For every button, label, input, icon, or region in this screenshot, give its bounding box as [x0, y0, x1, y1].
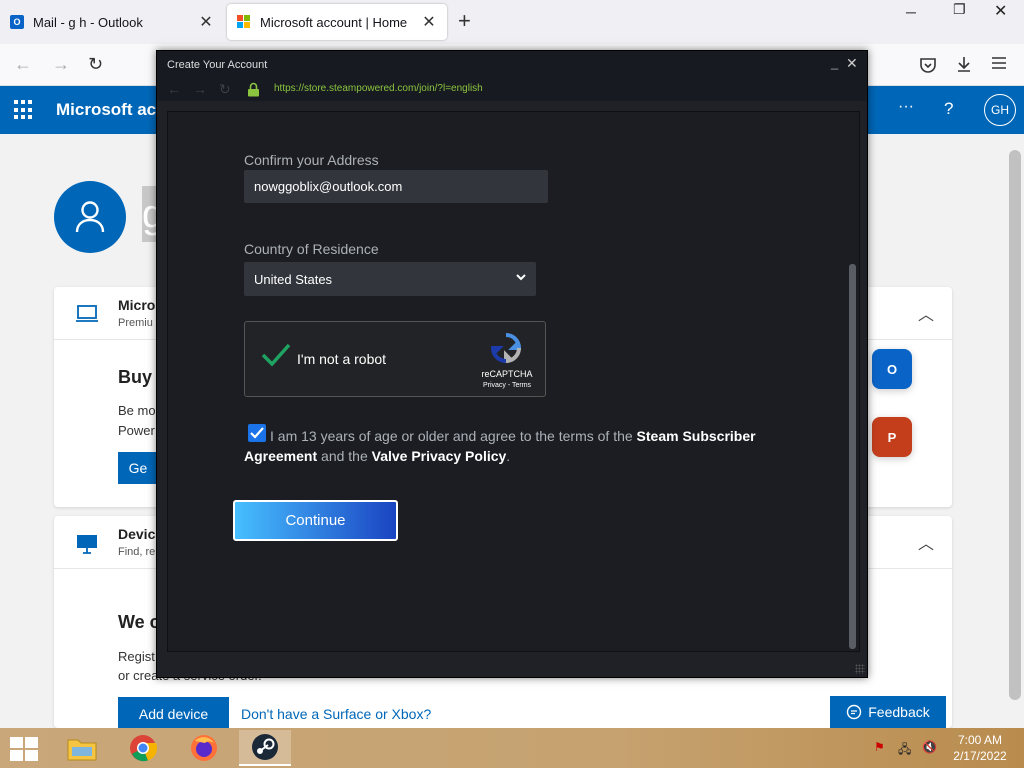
folder-icon — [67, 739, 97, 761]
steam-url-bar: ← → ↻ https://store.steampowered.com/joi… — [157, 79, 867, 101]
steam-forward-icon[interactable]: → — [193, 81, 207, 97]
add-device-button[interactable]: Add device — [118, 697, 229, 731]
agreement-prefix: I am 13 years of age or older and agree … — [270, 428, 637, 444]
reload-icon[interactable]: ↻ — [88, 54, 103, 75]
close-window-icon[interactable]: ✕ — [994, 1, 1007, 21]
restore-window-icon[interactable]: ❐ — [953, 1, 966, 18]
forward-icon[interactable]: → — [52, 54, 70, 75]
steam-icon[interactable] — [239, 730, 291, 766]
get-button[interactable]: Ge — [118, 452, 158, 484]
outlook-app-icon: O — [872, 349, 912, 389]
close-tab-icon[interactable]: ✕ — [421, 12, 437, 32]
chevron-up-icon[interactable]: ︿ — [918, 301, 934, 325]
steam-create-account-window: Create Your Account _ ✕ ← → ↻ https://st… — [156, 50, 868, 678]
card-subtitle: Find, re — [118, 546, 156, 558]
microsoft-logo-icon — [237, 15, 251, 29]
steam-url: https://store.steampowered.com/join/?l=e… — [274, 83, 483, 94]
continue-button[interactable]: Continue — [233, 500, 398, 541]
menu-icon[interactable] — [991, 56, 1007, 70]
close-tab-icon[interactable]: ✕ — [198, 12, 214, 32]
age-agreement-text: I am 13 years of age or older and agree … — [244, 426, 804, 466]
recaptcha-widget: I'm not a robot reCAPTCHA Privacy - Term… — [244, 321, 546, 397]
chevron-down-icon — [516, 274, 526, 281]
feedback-icon — [847, 704, 862, 720]
tab-title: Microsoft account | Home — [260, 14, 408, 30]
card-body-line: Power — [118, 423, 155, 438]
action-center-icon[interactable]: ⚑ — [874, 740, 885, 754]
card-body-line: Be mo — [118, 403, 156, 418]
page-scrollbar-thumb[interactable] — [1009, 150, 1021, 700]
privacy-policy-link[interactable]: Valve Privacy Policy — [372, 448, 507, 464]
card-body-line: Regist — [118, 649, 155, 664]
card-title: Micro — [118, 297, 156, 313]
card-subtitle: Premiu — [118, 317, 153, 329]
country-select-value: United States — [254, 272, 333, 287]
network-icon[interactable]: 🖧 — [898, 740, 911, 761]
confirm-email-input[interactable]: nowggoblix@outlook.com — [244, 170, 548, 203]
file-explorer-icon[interactable] — [56, 730, 108, 766]
recaptcha-logo-icon — [490, 333, 522, 364]
feedback-label: Feedback — [868, 704, 930, 720]
laptop-icon — [76, 305, 98, 322]
help-icon[interactable]: ? — [944, 99, 953, 119]
steam-content-area: Confirm your Address nowggoblix@outlook.… — [167, 111, 860, 652]
person-icon — [75, 201, 105, 233]
steam-close-icon[interactable]: ✕ — [846, 55, 858, 72]
country-select[interactable]: United States — [244, 262, 536, 296]
clock-date: 2/17/2022 — [953, 749, 1007, 763]
app-launcher-icon[interactable] — [14, 100, 34, 120]
steam-titlebar[interactable]: Create Your Account _ ✕ — [157, 51, 867, 79]
pocket-icon[interactable] — [919, 56, 937, 74]
more-options-icon[interactable]: ··· — [898, 98, 914, 116]
feedback-button[interactable]: Feedback — [830, 696, 946, 728]
account-avatar[interactable]: GH — [984, 94, 1016, 126]
firefox-logo-icon — [191, 735, 217, 761]
steam-window-title: Create Your Account — [167, 59, 268, 71]
steam-reload-icon[interactable]: ↻ — [219, 81, 231, 98]
recaptcha-brand: reCAPTCHA — [481, 369, 533, 379]
confirm-address-label: Confirm your Address — [244, 152, 379, 168]
tab-microsoft-account[interactable]: Microsoft account | Home ✕ — [227, 4, 447, 40]
captcha-label: I'm not a robot — [297, 351, 387, 367]
windows-start-icon[interactable] — [10, 737, 38, 761]
minimize-window-icon[interactable]: ─ — [906, 4, 916, 20]
recaptcha-privacy-terms-link[interactable]: Privacy - Terms — [467, 382, 547, 389]
new-tab-button[interactable]: + — [458, 10, 471, 32]
clock-time: 7:00 AM — [957, 733, 1003, 747]
steam-logo-icon — [252, 734, 278, 760]
firefox-icon[interactable] — [178, 730, 230, 766]
downloads-icon[interactable] — [955, 55, 973, 73]
back-icon[interactable]: ← — [14, 54, 32, 75]
resize-grip-icon[interactable] — [855, 664, 865, 674]
steam-minimize-icon[interactable]: _ — [831, 55, 838, 70]
windows-taskbar: ⚑ 🖧 🔇 7:00 AM 2/17/2022 — [0, 728, 1024, 768]
profile-picture[interactable] — [54, 181, 126, 253]
outlook-icon: O — [10, 15, 24, 29]
steam-scrollbar-thumb[interactable] — [849, 264, 856, 649]
country-label: Country of Residence — [244, 241, 379, 257]
agreement-middle: and the — [317, 448, 372, 464]
card-heading: We c — [118, 612, 160, 632]
system-clock[interactable]: 7:00 AM 2/17/2022 — [948, 732, 1012, 764]
lock-icon — [248, 82, 259, 97]
desktop-icon — [77, 535, 97, 554]
tab-outlook-mail[interactable]: O Mail - g h - Outlook ✕ — [0, 0, 224, 44]
agreement-suffix: . — [506, 448, 511, 464]
no-surface-link[interactable]: Don't have a Surface or Xbox? — [241, 706, 431, 722]
powerpoint-app-icon: P — [872, 417, 912, 457]
captcha-checkmark-icon[interactable] — [261, 342, 291, 368]
chrome-logo-icon — [130, 735, 158, 762]
volume-muted-icon[interactable]: 🔇 — [922, 740, 937, 754]
steam-back-icon[interactable]: ← — [167, 81, 181, 97]
tab-title: Mail - g h - Outlook — [33, 14, 143, 30]
browser-tab-bar: O Mail - g h - Outlook ✕ Microsoft accou… — [0, 0, 1024, 44]
chrome-icon[interactable] — [117, 730, 169, 766]
chevron-up-icon[interactable]: ︿ — [918, 530, 934, 554]
